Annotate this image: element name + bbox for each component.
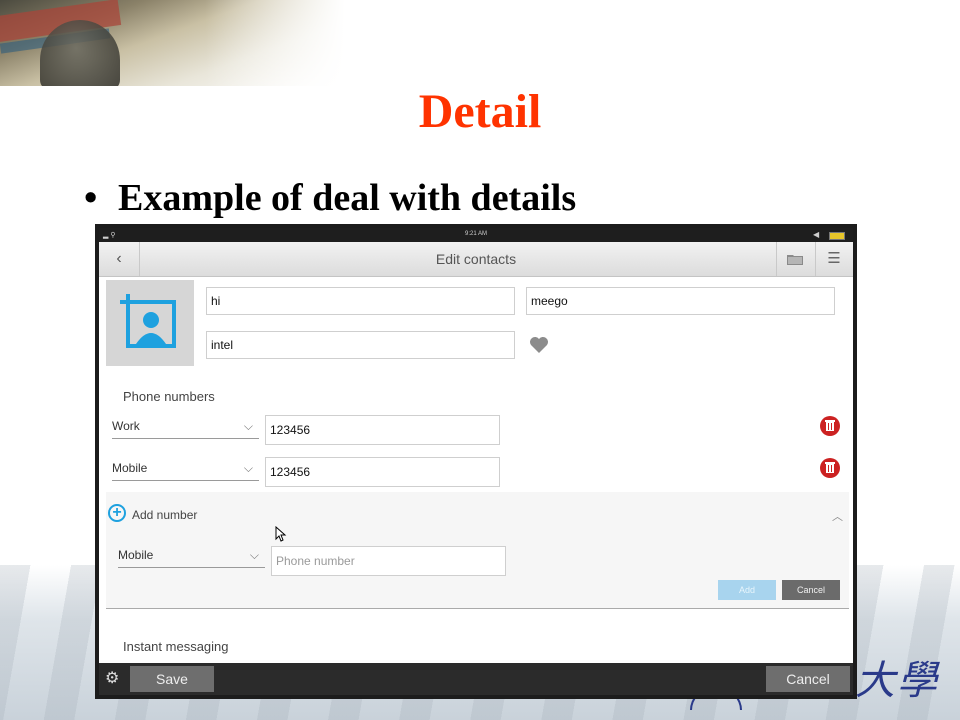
header-title: Edit contacts (435, 251, 517, 267)
company-field[interactable]: intel (206, 331, 515, 359)
menu-button[interactable]: ☰ (815, 242, 852, 276)
volume-icon: ◀ (813, 230, 820, 239)
chevron-up-icon[interactable]: ︿ (832, 508, 843, 524)
chevron-down-icon: ⌵ (243, 419, 253, 433)
phone-type-value: Work (112, 419, 140, 433)
header-bar: ‹ Edit contacts ☰ (99, 242, 853, 277)
bullet-dot: • (84, 177, 98, 219)
last-name-field[interactable]: meego (526, 287, 835, 315)
chevron-down-icon: ⌵ (249, 548, 259, 562)
save-button[interactable]: Save (130, 666, 214, 692)
add-number-panel: + Add number ︿ Mobile ⌵ Phone number Add… (106, 492, 849, 609)
instant-messaging-label: Instant messaging (123, 639, 229, 654)
cancel-add-button[interactable]: Cancel (782, 580, 840, 600)
add-contact-photo-icon (120, 294, 176, 348)
delete-phone-button[interactable] (820, 416, 840, 436)
chevron-down-icon: ⌵ (243, 461, 253, 475)
add-button[interactable]: Add (718, 580, 776, 600)
trash-icon (825, 420, 835, 431)
slide-title: Detail (418, 85, 542, 138)
first-name-field[interactable]: hi (206, 287, 515, 315)
decorative-corner-photo (0, 0, 345, 86)
phone-number-field[interactable]: 123456 (265, 415, 500, 445)
new-phone-type-select[interactable]: Mobile ⌵ (118, 544, 265, 568)
bottom-action-bar: ⚙ Save Cancel (99, 663, 853, 695)
bullet-text: Example of deal with details (118, 177, 577, 219)
folder-button[interactable] (776, 242, 813, 276)
phone-number-field[interactable]: 123456 (265, 457, 500, 487)
phone-numbers-label: Phone numbers (123, 389, 215, 404)
gear-icon[interactable]: ⚙ (105, 668, 119, 688)
folder-icon (787, 255, 803, 265)
status-bar: ▂ ⚲ 9:21 AM ◀ (99, 228, 853, 242)
delete-phone-button[interactable] (820, 458, 840, 478)
list-menu-icon: ☰ (827, 250, 841, 267)
add-circle-icon[interactable]: + (108, 504, 126, 522)
add-number-label[interactable]: Add number (132, 508, 197, 522)
add-photo-button[interactable] (106, 280, 194, 366)
battery-icon (829, 232, 845, 240)
phone-type-value: Mobile (112, 461, 148, 475)
device-screenshot: ▂ ⚲ 9:21 AM ◀ ‹ Edit contacts ☰ hi meego… (95, 224, 857, 699)
favorite-heart-icon[interactable] (529, 336, 549, 354)
bullet-item: • Example of deal with details (84, 176, 576, 220)
device-screen: ▂ ⚲ 9:21 AM ◀ ‹ Edit contacts ☰ hi meego… (99, 228, 853, 695)
phone-type-select[interactable]: Work ⌵ (112, 415, 259, 439)
new-phone-type-value: Mobile (118, 548, 154, 562)
mouse-cursor-icon (275, 526, 287, 542)
phone-type-select[interactable]: Mobile ⌵ (112, 457, 259, 481)
cancel-button[interactable]: Cancel (766, 666, 850, 692)
calligraphy-logo: 大學 (855, 658, 939, 704)
status-time: 9:21 AM (464, 231, 487, 237)
trash-icon (825, 462, 835, 473)
new-phone-number-input[interactable]: Phone number (271, 546, 506, 576)
